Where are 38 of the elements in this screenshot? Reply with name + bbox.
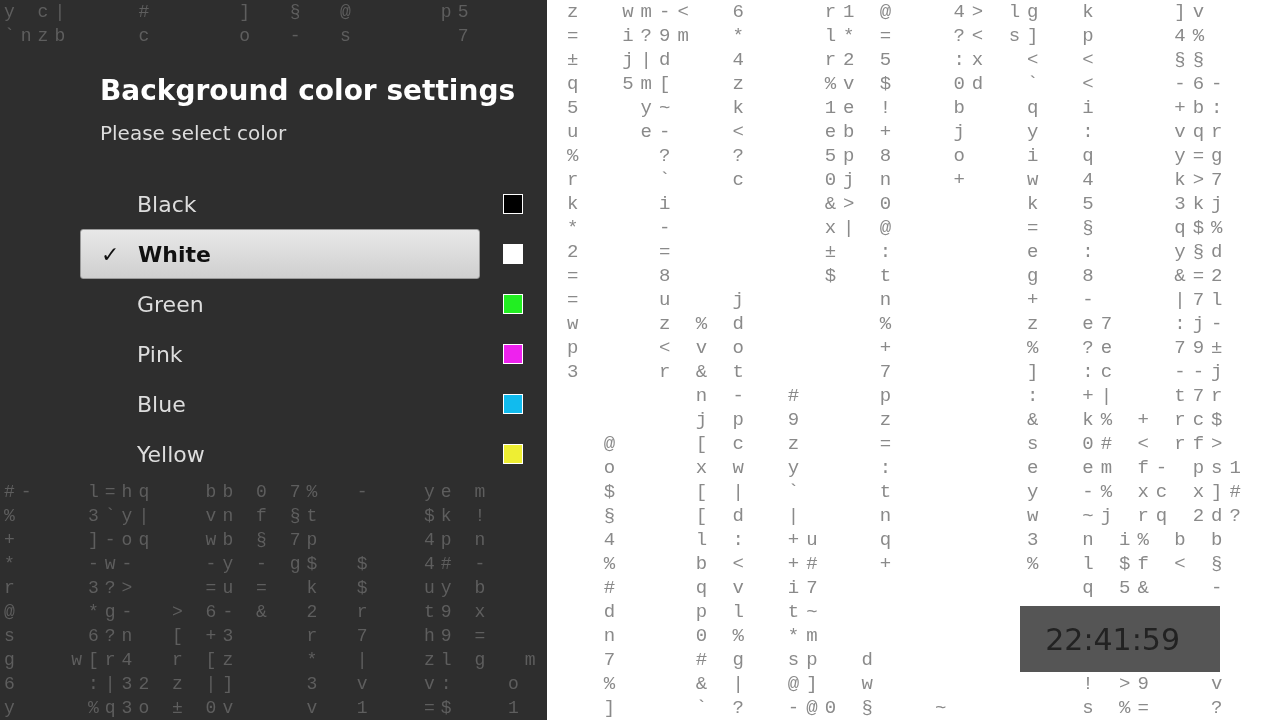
menu-title: Background color settings bbox=[100, 74, 517, 107]
rain-text: 3 r & t 7 ] :c --j bbox=[567, 360, 1230, 384]
rain-text: § [ d | n w ~j rq 2d? bbox=[602, 504, 1248, 528]
menu-subtitle: Please select color bbox=[100, 121, 288, 145]
rain-text: d p l t~ bbox=[602, 600, 825, 624]
rain-text: % b < +# + % l $f < § bbox=[602, 552, 1230, 576]
color-option[interactable]: Yellow bbox=[80, 429, 480, 479]
rain-text: # q v i7 q 5& - bbox=[602, 576, 1230, 600]
rain-text: w z % d % z e7 :j- bbox=[567, 312, 1230, 336]
rain-text: * - x| @ = § q$% bbox=[567, 216, 1230, 240]
color-option[interactable]: ✓ White bbox=[80, 229, 480, 279]
rain-text: k i &> 0 k 5 3kj bbox=[567, 192, 1230, 216]
rain-text: 5 y~ k 1e ! b q i +b: bbox=[567, 96, 1230, 120]
rain-text: r ` c 0j n + w 4 k>7 bbox=[567, 168, 1230, 192]
rain-text: z wm-< 6 r1 @ 4> lg k ]v bbox=[567, 0, 1212, 24]
rain-text: = i?9m * l* = ?< s] p 4% bbox=[567, 24, 1212, 48]
color-option[interactable]: Pink bbox=[80, 329, 480, 379]
rain-text: = 8 $ t g 8 &=2 bbox=[567, 264, 1230, 288]
rain-text: @ [ c z = s 0# < rf> bbox=[602, 432, 1230, 456]
rain-text: % & | @] w ! >9 v bbox=[602, 672, 1230, 696]
rain-text: j p 9 z & k% + rc$ bbox=[694, 408, 1230, 432]
color-option[interactable]: Black bbox=[80, 179, 480, 229]
rain-text: $ [ | ` t y -% xc x]# bbox=[602, 480, 1248, 504]
rain-text: n 0 % *m bbox=[602, 624, 825, 648]
rain-text: ± j|d 4 r2 5 :x < < §§ bbox=[567, 48, 1212, 72]
rain-text: 2 = ± : e : y§d bbox=[567, 240, 1230, 264]
rain-text: u e- < eb + j y : vqr bbox=[567, 120, 1230, 144]
rain-text: 4 l : +u q 3 n i% b b bbox=[602, 528, 1230, 552]
rain-text: ] ` ? -@0 § ~ s %= ? bbox=[602, 696, 1230, 720]
rain-text: o x w y : e em f- ps1 bbox=[602, 456, 1248, 480]
rain-text: p < v o + % ?e 79± bbox=[567, 336, 1230, 360]
color-option[interactable]: Green bbox=[80, 279, 480, 329]
color-option[interactable]: Blue bbox=[80, 379, 480, 429]
rain-text: 7 # g sp d bbox=[602, 648, 880, 672]
rain-text: = u j n + - |7l bbox=[567, 288, 1230, 312]
rain-text: n - # p : +| t7r bbox=[694, 384, 1230, 408]
rain-text: % ? ? 5p 8 o i q y=g bbox=[567, 144, 1230, 168]
rain-text: q 5m[ z %v $ 0d ` < -6- bbox=[567, 72, 1230, 96]
